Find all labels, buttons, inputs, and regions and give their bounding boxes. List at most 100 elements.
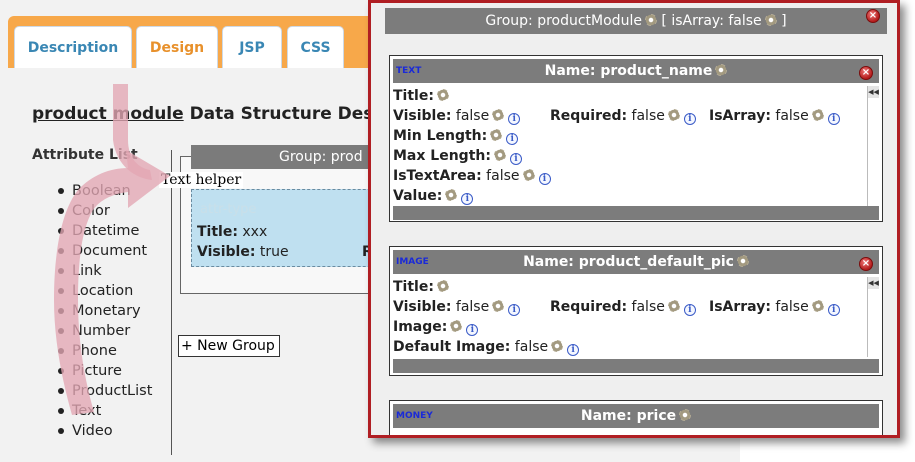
required-label: Required: xyxy=(550,108,628,124)
attribute-item[interactable]: Monetary xyxy=(56,301,152,321)
required-row: Required: false i xyxy=(550,299,696,316)
gear-icon[interactable] xyxy=(667,109,680,121)
image-label: Image: xyxy=(393,319,448,335)
module-link[interactable]: product module xyxy=(32,104,184,124)
title-label: Title: xyxy=(393,88,434,104)
visible-value: false xyxy=(451,108,490,124)
gear-icon[interactable] xyxy=(715,64,728,76)
info-icon[interactable]: i xyxy=(466,324,479,336)
attribute-item[interactable]: Color xyxy=(56,201,152,221)
gear-icon[interactable] xyxy=(445,189,458,201)
attribute-item[interactable]: Number xyxy=(56,321,152,341)
attribute-item[interactable]: Phone xyxy=(56,341,152,361)
group-header[interactable]: Group: prod xyxy=(191,145,391,169)
visible-value: false xyxy=(451,299,490,315)
tab-description[interactable]: Description xyxy=(14,26,132,68)
info-icon[interactable]: i xyxy=(683,304,696,316)
scroll-up-icon[interactable]: ◀◀ xyxy=(868,86,879,98)
tab-jsp[interactable]: JSP xyxy=(222,26,282,68)
attribute-card-text[interactable]: TEXT Name: product_name × Title: Visible… xyxy=(389,55,883,222)
isarray-value: false xyxy=(770,299,809,315)
required-label: Required: xyxy=(550,299,628,315)
scrollbar[interactable]: ◀◀ xyxy=(867,86,879,206)
title-row: Title: xxx xyxy=(197,224,267,240)
title-label: Title: xyxy=(393,279,434,295)
attribute-item[interactable]: Datetime xyxy=(56,221,152,241)
attribute-item[interactable]: Document xyxy=(56,241,152,261)
info-icon[interactable]: i xyxy=(508,304,521,316)
gear-icon[interactable] xyxy=(667,300,680,312)
gear-icon[interactable] xyxy=(811,300,824,312)
gear-icon[interactable] xyxy=(679,409,692,421)
attribute-card-header: TEXT Name: product_name xyxy=(393,59,879,83)
info-icon[interactable]: i xyxy=(508,113,521,125)
group-modal[interactable]: Group: productModule [ isArray: false ] … xyxy=(368,0,900,438)
close-icon[interactable]: × xyxy=(859,66,873,80)
gear-icon[interactable] xyxy=(522,169,535,181)
gear-icon[interactable] xyxy=(736,255,749,267)
value-label: Value: xyxy=(393,188,443,204)
text-helper-tooltip: Text helper xyxy=(159,172,244,188)
visible-label: Visible: xyxy=(393,299,452,315)
attribute-item[interactable]: Link xyxy=(56,261,152,281)
gear-icon[interactable] xyxy=(644,14,657,26)
attribute-name: Name: price xyxy=(580,408,677,424)
attribute-name: Name: product_name xyxy=(544,63,713,79)
default-image-value: false xyxy=(510,339,549,355)
attribute-name: Name: product_default_pic xyxy=(523,254,734,270)
visible-label: Visible: xyxy=(393,108,452,124)
required-value: false xyxy=(627,299,665,315)
attribute-list-title: Attribute List xyxy=(32,147,138,163)
info-icon[interactable]: i xyxy=(461,193,474,205)
close-icon[interactable]: × xyxy=(859,257,873,271)
istextarea-label: IsTextArea: xyxy=(393,168,482,184)
info-icon[interactable]: i xyxy=(509,153,522,165)
attribute-card-header: IMAGE Name: product_default_pic xyxy=(393,250,879,274)
info-icon[interactable]: i xyxy=(827,113,840,125)
required-row: Required: false i xyxy=(550,108,696,125)
modal-isarray: [ isArray: false xyxy=(661,13,762,29)
scrollbar[interactable]: ◀◀ xyxy=(867,277,879,357)
info-icon[interactable]: i xyxy=(567,344,580,356)
modal-title: Group: productModule xyxy=(485,13,642,29)
gear-icon[interactable] xyxy=(450,320,463,332)
attribute-item[interactable]: Picture xyxy=(56,361,152,381)
attribute-type-label: IMAGE xyxy=(396,257,429,267)
attribute-type-label: TEXT xyxy=(396,66,422,76)
card-footer xyxy=(393,206,879,220)
info-icon[interactable]: i xyxy=(683,113,696,125)
new-group-button[interactable]: + New Group xyxy=(178,335,280,357)
gear-icon[interactable] xyxy=(436,280,449,292)
info-icon[interactable]: i xyxy=(506,133,519,145)
image-row: Image: i xyxy=(393,319,479,336)
isarray-label: IsArray: xyxy=(709,299,771,315)
gear-icon[interactable] xyxy=(551,340,564,352)
gear-icon[interactable] xyxy=(492,300,505,312)
tab-design[interactable]: Design xyxy=(136,26,218,68)
attribute-card-image[interactable]: IMAGE Name: product_default_pic × Title:… xyxy=(389,246,883,376)
attribute-item[interactable]: ProductList xyxy=(56,381,152,401)
attribute-item[interactable]: Text xyxy=(56,401,152,421)
attribute-drop-zone[interactable]: attr-type Title: xxx Visible: true R xyxy=(191,189,391,267)
gear-icon[interactable] xyxy=(492,109,505,121)
gear-icon[interactable] xyxy=(764,14,777,26)
scroll-up-icon[interactable]: ◀◀ xyxy=(868,277,879,289)
gear-icon[interactable] xyxy=(436,89,449,101)
gear-icon[interactable] xyxy=(811,109,824,121)
value-row: Value: i xyxy=(393,188,474,205)
attribute-item[interactable]: Boolean xyxy=(56,181,152,201)
gear-icon[interactable] xyxy=(490,129,503,141)
close-icon[interactable]: × xyxy=(866,9,880,23)
gear-icon[interactable] xyxy=(493,149,506,161)
visible-row: Visible: true xyxy=(197,244,289,260)
tab-css[interactable]: CSS xyxy=(287,26,344,68)
attribute-item[interactable]: Video xyxy=(56,421,152,441)
max-length-row: Max Length: i xyxy=(393,148,522,165)
info-icon[interactable]: i xyxy=(827,304,840,316)
info-icon[interactable]: i xyxy=(538,173,551,185)
default-image-row: Default Image: false i xyxy=(393,339,580,356)
attribute-item[interactable]: Location xyxy=(56,281,152,301)
attribute-card-header: MONEY Name: price xyxy=(393,404,879,428)
attribute-card-money[interactable]: MONEY Name: price xyxy=(389,400,883,435)
attribute-list: Boolean Color Datetime Document Link Loc… xyxy=(56,181,152,441)
